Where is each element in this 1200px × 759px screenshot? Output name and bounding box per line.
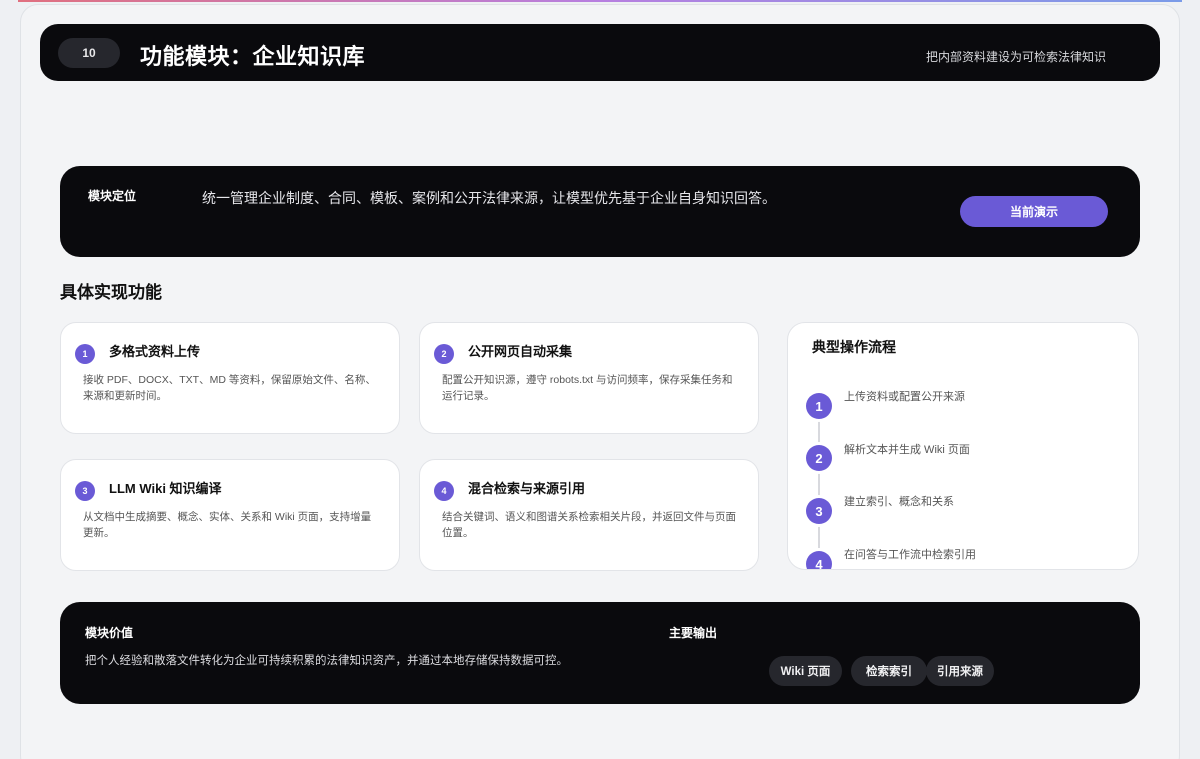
feature-card-wiki: 3 LLM Wiki 知识编译 从文档中生成摘要、概念、实体、关系和 Wiki … bbox=[60, 459, 400, 571]
page-header: 10 功能模块：企业知识库 把内部资料建设为可检索法律知识 bbox=[40, 24, 1160, 81]
workflow-step-text: 建立索引、概念和关系 bbox=[844, 496, 954, 508]
feature-card-crawl: 2 公开网页自动采集 配置公开知识源，遵守 robots.txt 与访问频率，保… bbox=[419, 322, 759, 434]
workflow-step-badge: 4 bbox=[806, 551, 832, 569]
feature-description: 配置公开知识源，遵守 robots.txt 与访问频率，保存采集任务和运行记录。 bbox=[442, 374, 733, 402]
workflow-step-text: 在问答与工作流中检索引用 bbox=[844, 549, 976, 561]
feature-title: 混合检索与来源引用 bbox=[468, 481, 586, 496]
module-value-description: 把个人经验和散落文件转化为企业可持续积累的法律知识资产，并通过本地存储保持数据可… bbox=[85, 655, 568, 667]
page-number-badge: 10 bbox=[58, 38, 120, 68]
feature-number-badge: 3 bbox=[75, 481, 95, 501]
feature-card-search: 4 混合检索与来源引用 结合关键词、语义和图谱关系检索相关片段，并返回文件与页面… bbox=[419, 459, 759, 571]
positioning-panel: 模块定位 统一管理企业制度、合同、模板、案例和公开法律来源，让模型优先基于企业自… bbox=[60, 166, 1140, 257]
feature-number-badge: 2 bbox=[434, 344, 454, 364]
main-outputs-label: 主要输出 bbox=[669, 626, 718, 640]
feature-title: LLM Wiki 知识编译 bbox=[109, 481, 222, 496]
output-tag-index: 检索索引 bbox=[851, 656, 927, 686]
feature-number-badge: 4 bbox=[434, 481, 454, 501]
workflow-step-badge: 3 bbox=[806, 498, 832, 524]
positioning-label: 模块定位 bbox=[88, 189, 137, 203]
output-tag-citation: 引用来源 bbox=[926, 656, 994, 686]
positioning-description: 统一管理企业制度、合同、模板、案例和公开法律来源，让模型优先基于企业自身知识回答… bbox=[202, 190, 776, 206]
workflow-card: 典型操作流程 1 上传资料或配置公开来源 2 解析文本并生成 Wiki 页面 3… bbox=[787, 322, 1139, 570]
workflow-step-text: 解析文本并生成 Wiki 页面 bbox=[844, 444, 970, 456]
page-subtitle: 把内部资料建设为可检索法律知识 bbox=[925, 50, 1106, 64]
workflow-connector-line bbox=[818, 405, 820, 565]
feature-description: 接收 PDF、DOCX、TXT、MD 等资料，保留原始文件、名称、来源和更新时间… bbox=[83, 374, 376, 402]
section-title: 具体实现功能 bbox=[60, 283, 162, 302]
feature-number-badge: 1 bbox=[75, 344, 95, 364]
module-value-panel: 模块价值 把个人经验和散落文件转化为企业可持续积累的法律知识资产，并通过本地存储… bbox=[60, 602, 1140, 704]
feature-title: 多格式资料上传 bbox=[109, 344, 201, 359]
page-title: 功能模块：企业知识库 bbox=[140, 44, 366, 69]
workflow-title: 典型操作流程 bbox=[812, 339, 896, 355]
workflow-step-badge: 2 bbox=[806, 445, 832, 471]
feature-title: 公开网页自动采集 bbox=[468, 344, 573, 359]
workflow-step-text: 上传资料或配置公开来源 bbox=[844, 391, 965, 403]
workflow-step-badge: 1 bbox=[806, 393, 832, 419]
module-value-label: 模块价值 bbox=[85, 626, 134, 640]
output-tag-wiki: Wiki 页面 bbox=[769, 656, 842, 686]
current-demo-button[interactable]: 当前演示 bbox=[960, 196, 1108, 227]
feature-description: 结合关键词、语义和图谱关系检索相关片段，并返回文件与页面位置。 bbox=[442, 511, 736, 539]
feature-description: 从文档中生成摘要、概念、实体、关系和 Wiki 页面，支持增量更新。 bbox=[83, 511, 372, 539]
top-accent-line bbox=[18, 0, 1182, 2]
feature-card-upload: 1 多格式资料上传 接收 PDF、DOCX、TXT、MD 等资料，保留原始文件、… bbox=[60, 322, 400, 434]
